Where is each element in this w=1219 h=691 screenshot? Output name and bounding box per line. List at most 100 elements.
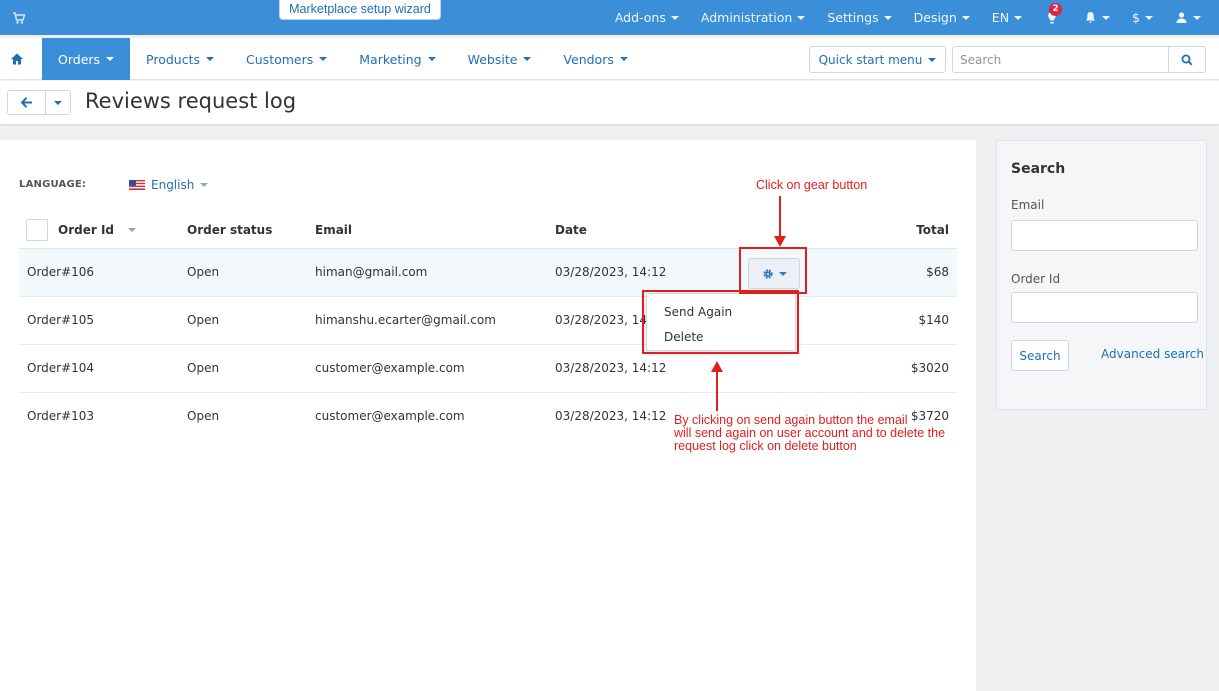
tab-label: Vendors — [563, 51, 614, 67]
email-cell: customer@example.com — [315, 409, 465, 424]
top-menu-settings[interactable]: Settings — [816, 0, 902, 35]
annotation-arrow-head — [774, 236, 786, 247]
email-field[interactable] — [1011, 220, 1198, 251]
order-status-cell: Open — [179, 296, 307, 345]
tab-vendors[interactable]: Vendors — [547, 38, 643, 80]
global-search-button[interactable] — [1168, 46, 1206, 73]
caret-down-icon — [1145, 15, 1153, 20]
email-label: Email — [1011, 198, 1045, 212]
language-label: LANGUAGE: — [19, 179, 87, 190]
sidebar-search-button[interactable]: Search — [1011, 340, 1069, 371]
top-menu-administration[interactable]: Administration — [690, 0, 816, 35]
page-title: Reviews request log — [85, 89, 297, 113]
language-code: EN — [991, 10, 1010, 25]
sidebar-title: Search — [1011, 161, 1066, 177]
annotation-arrow-down — [779, 196, 781, 237]
annotation-arrow-up — [716, 371, 718, 411]
back-button[interactable] — [8, 91, 46, 114]
nav-tabs: Orders Products Customers Marketing Webs… — [42, 38, 644, 80]
language-switcher[interactable]: EN — [981, 0, 1033, 35]
search-sidebar: Search Email Order Id Search Advanced se… — [996, 140, 1207, 410]
caret-down-icon — [961, 15, 970, 20]
back-button-group — [7, 90, 71, 115]
order-id-cell[interactable]: Order#103 — [19, 392, 179, 440]
top-menu-label: Design — [913, 10, 957, 25]
tab-customers[interactable]: Customers — [230, 38, 343, 80]
bell-icon — [1086, 12, 1096, 23]
tab-label: Products — [146, 51, 201, 67]
column-order-status: Order status — [179, 212, 307, 249]
column-total: Total — [737, 212, 957, 249]
tab-label: Customers — [246, 51, 314, 67]
global-search — [952, 46, 1206, 73]
info-annotation: By clicking on send again button the ema… — [674, 414, 945, 453]
caret-down-icon — [200, 183, 209, 187]
bell-menu[interactable] — [1073, 0, 1121, 35]
email-cell: himan@gmail.com — [307, 248, 547, 297]
global-search-input[interactable] — [952, 46, 1168, 73]
marketplace-setup-wizard-button[interactable]: Marketplace setup wizard — [279, 0, 441, 20]
caret-down-icon — [106, 57, 115, 61]
info-annotation-line: request log click on delete button — [674, 439, 857, 453]
home-icon[interactable] — [10, 52, 24, 66]
tab-label: Website — [467, 51, 518, 67]
tab-website[interactable]: Website — [452, 38, 548, 80]
column-email: Email — [307, 212, 547, 249]
quick-start-menu-button[interactable]: Quick start menu — [809, 46, 946, 73]
caret-down-icon — [883, 15, 892, 20]
caret-down-icon — [670, 15, 679, 20]
column-date: Date — [547, 212, 737, 249]
sort-icon — [128, 227, 136, 232]
currency-menu[interactable]: $ — [1121, 0, 1164, 35]
caret-down-icon — [319, 57, 328, 61]
caret-down-icon — [797, 15, 806, 20]
order-id-cell[interactable]: Order#105 — [19, 296, 179, 345]
order-id-cell[interactable]: Order#104 — [19, 344, 179, 393]
email-cell: himanshu.ecarter@gmail.com — [307, 296, 547, 345]
search-icon — [1181, 54, 1193, 65]
column-label: Order Id — [58, 222, 114, 237]
caret-down-icon — [928, 57, 937, 62]
table-row: Order#105 Open himanshu.ecarter@gmail.co… — [19, 296, 957, 345]
top-menu-design[interactable]: Design — [903, 0, 981, 35]
user-menu[interactable] — [1164, 0, 1219, 35]
email-cell: customer@example.com — [307, 344, 547, 393]
caret-down-icon — [206, 57, 215, 61]
order-id-cell[interactable]: Order#106 — [19, 248, 179, 297]
order-id-field[interactable] — [1011, 292, 1198, 323]
tab-products[interactable]: Products — [130, 38, 230, 80]
top-admin-bar: Marketplace setup wizard Add-ons Adminis… — [0, 0, 1219, 35]
tab-label: Orders — [58, 51, 101, 67]
tab-marketing[interactable]: Marketing — [343, 38, 451, 80]
tab-label: Marketing — [359, 51, 422, 67]
tab-orders[interactable]: Orders — [42, 38, 131, 80]
language-selector[interactable]: English — [129, 178, 209, 192]
arrow-left-icon — [20, 97, 32, 108]
user-icon — [1176, 12, 1187, 23]
cart-icon[interactable] — [12, 11, 26, 25]
table-row: Order#106 Open himan@gmail.com 03/28/202… — [19, 248, 957, 297]
top-menu-label: Add-ons — [614, 10, 666, 25]
column-order-id[interactable]: Order Id — [19, 212, 179, 249]
order-id-label: Order Id — [1011, 272, 1061, 286]
caret-down-icon — [1014, 15, 1023, 20]
notification-badge: 2 — [1049, 2, 1063, 16]
table-row: Order#104 Open customer@example.com 03/2… — [19, 344, 957, 393]
back-history-dropdown[interactable] — [46, 91, 70, 114]
dropdown-highlight-box — [642, 290, 799, 354]
currency-symbol: $ — [1132, 10, 1140, 25]
main-nav-bar: Orders Products Customers Marketing Webs… — [0, 38, 1219, 80]
us-flag-icon — [129, 180, 145, 190]
order-status-cell: Open — [179, 248, 307, 297]
gear-highlight-box — [739, 247, 807, 294]
caret-down-icon — [523, 57, 532, 61]
top-menu-label: Settings — [827, 10, 879, 25]
top-menu-add-ons[interactable]: Add-ons — [604, 0, 690, 35]
select-all-checkbox[interactable] — [26, 218, 48, 241]
top-menu-label: Administration — [700, 10, 793, 25]
caret-down-icon — [1193, 15, 1201, 20]
help-notifications-button[interactable]: 2 — [1033, 0, 1073, 35]
caret-down-icon — [1102, 15, 1111, 20]
date-cell: 03/28/2023, 14:12 — [547, 248, 737, 297]
advanced-search-link[interactable]: Advanced search — [1101, 347, 1204, 361]
